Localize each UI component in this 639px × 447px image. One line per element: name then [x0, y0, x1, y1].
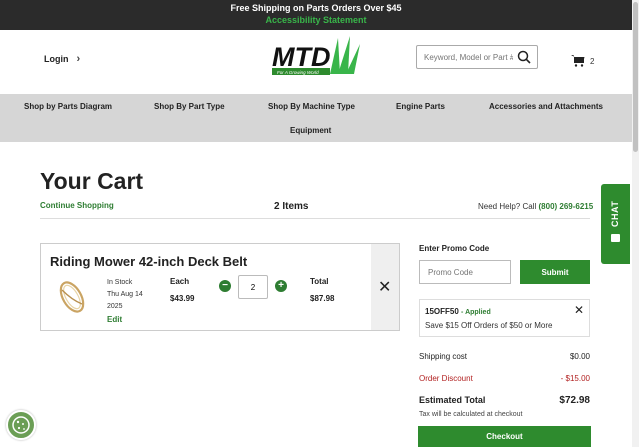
logo-tagline: For A Growing World — [277, 70, 319, 75]
applied-promo-code: 15OFF50 — [425, 307, 459, 316]
cookie-settings-button[interactable] — [6, 410, 36, 440]
applied-status: Applied — [465, 309, 491, 316]
stock-status: In Stock — [107, 279, 133, 286]
chat-label: CHAT — [610, 200, 620, 227]
divider — [40, 218, 590, 219]
search-box — [416, 45, 538, 69]
each-label: Each — [170, 277, 190, 286]
edit-item-link[interactable]: Edit — [107, 314, 157, 326]
scrollbar-thumb[interactable] — [633, 2, 638, 152]
shipping-promo-text: Free Shipping on Parts Orders Over $45 — [230, 3, 402, 13]
announcement-bar: Free Shipping on Parts Orders Over $45 A… — [0, 0, 632, 30]
discount-label: Order Discount — [419, 374, 473, 383]
nav-item-part-type[interactable]: Shop By Part Type — [154, 102, 225, 111]
page-scrollbar[interactable] — [632, 0, 639, 447]
help-prefix: Need Help? Call — [478, 202, 537, 211]
shipping-value: $0.00 — [569, 352, 590, 361]
search-input[interactable] — [417, 46, 513, 68]
decrease-quantity-button[interactable]: − — [219, 280, 231, 292]
cart-item: Riding Mower 42-inch Deck Belt In Stock … — [40, 243, 400, 331]
total-label: Total — [310, 277, 329, 286]
login-label: Login — [44, 54, 69, 64]
page-title: Your Cart — [40, 168, 144, 194]
search-icon[interactable] — [517, 50, 531, 64]
applied-promo-desc: Save $15 Off Orders of $50 or More — [425, 321, 553, 330]
grass-blades-icon — [330, 36, 360, 74]
item-total-price: $87.98 — [310, 294, 335, 303]
applied-promo: 15OFF50 - Applied Save $15 Off Orders of… — [419, 299, 590, 337]
main-nav: Shop by Parts Diagram Shop By Part Type … — [0, 94, 632, 142]
chat-icon — [611, 234, 620, 242]
plus-icon: + — [278, 280, 284, 291]
cart-count-badge: 2 — [590, 57, 595, 66]
checkout-button[interactable]: Checkout — [418, 426, 591, 447]
help-phone-link[interactable]: (800) 269-6215 — [539, 202, 594, 211]
remove-promo-button[interactable]: ✕ — [574, 303, 584, 317]
item-name[interactable]: Riding Mower 42-inch Deck Belt — [50, 254, 247, 269]
nav-item-engine-parts[interactable]: Engine Parts — [396, 102, 445, 111]
nav-item-equipment[interactable]: Equipment — [290, 126, 331, 135]
remove-item-button[interactable]: ✕ — [371, 244, 399, 330]
promo-code-label: Enter Promo Code — [419, 244, 490, 253]
estimated-value: $72.98 — [559, 395, 590, 406]
nav-item-parts-diagram[interactable]: Shop by Parts Diagram — [24, 102, 112, 111]
continue-shopping-link[interactable]: Continue Shopping — [40, 201, 114, 210]
tax-note: Tax will be calculated at checkout — [419, 411, 523, 418]
promo-code-input[interactable] — [419, 260, 511, 284]
chat-tab[interactable]: CHAT — [601, 184, 630, 264]
site-header: Login › MTD For A Growing World 2 — [0, 30, 632, 94]
mtd-logo[interactable]: MTD For A Growing World — [268, 34, 362, 76]
delivery-date: Thu Aug 14 2025 — [107, 291, 143, 310]
cookie-icon — [12, 416, 30, 434]
close-icon: ✕ — [378, 279, 392, 296]
promo-submit-button[interactable]: Submit — [520, 260, 590, 284]
shipping-label: Shipping cost — [419, 352, 468, 361]
help-line: Need Help? Call (800) 269-6215 — [478, 202, 593, 211]
stock-info: In Stock Thu Aug 14 2025 Edit — [107, 277, 157, 326]
login-link[interactable]: Login › — [44, 53, 80, 65]
estimated-label: Estimated Total — [419, 395, 486, 405]
quantity-input[interactable] — [238, 275, 268, 299]
minus-icon: − — [222, 280, 228, 291]
discount-value: - $15.00 — [560, 374, 590, 383]
increase-quantity-button[interactable]: + — [275, 280, 287, 292]
belt-product-image[interactable] — [52, 278, 92, 316]
nav-item-accessories[interactable]: Accessories and Attachments — [489, 102, 603, 111]
items-count: 2 Items — [274, 201, 309, 212]
close-icon: ✕ — [573, 303, 584, 317]
nav-item-machine-type[interactable]: Shop By Machine Type — [268, 102, 355, 111]
logo-wordmark: MTD — [272, 42, 330, 72]
each-price: $43.99 — [170, 294, 195, 303]
chevron-right-icon: › — [76, 53, 81, 65]
cart-icon[interactable] — [571, 54, 585, 67]
accessibility-statement-link[interactable]: Accessibility Statement — [0, 15, 632, 25]
